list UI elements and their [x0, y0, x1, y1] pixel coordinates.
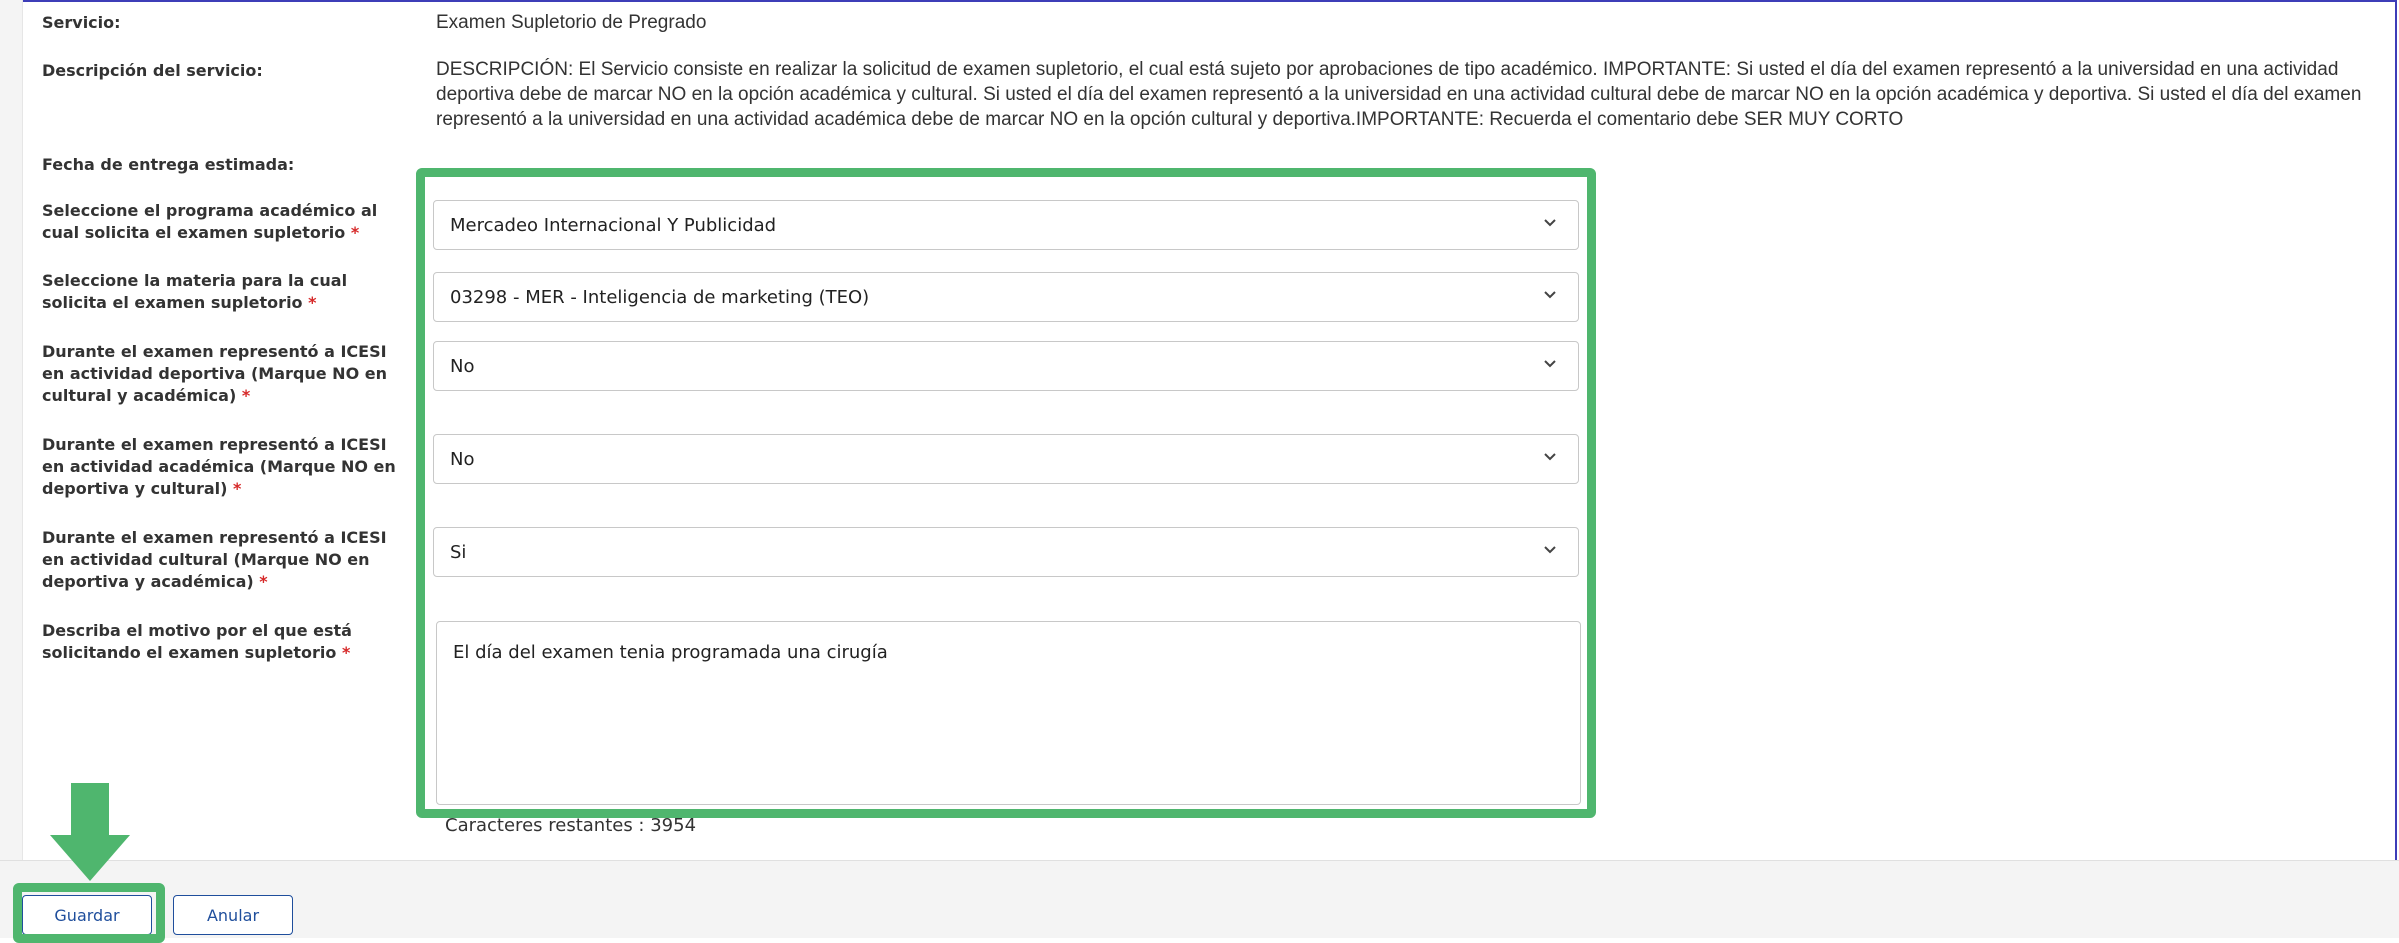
required-marker: *: [341, 643, 351, 662]
materia-label-text: Seleccione la materia para la cual solic…: [42, 271, 348, 312]
academica-label: Durante el examen representó a ICESI en …: [42, 434, 402, 500]
anular-button[interactable]: Anular: [173, 895, 293, 935]
deportiva-label-text: Durante el examen representó a ICESI en …: [42, 342, 387, 405]
fecha-label: Fecha de entrega estimada:: [42, 155, 295, 174]
action-bar: [0, 860, 2399, 938]
servicio-value: Examen Supletorio de Pregrado: [436, 12, 707, 33]
servicio-label: Servicio:: [42, 13, 121, 32]
required-marker: *: [350, 223, 360, 242]
guardar-highlight-box: [13, 883, 165, 943]
academica-label-text: Durante el examen representó a ICESI en …: [42, 435, 396, 498]
descripcion-value: DESCRIPCIÓN: El Servicio consiste en rea…: [436, 59, 2362, 130]
left-gutter: [0, 0, 23, 860]
cultural-label-text: Durante el examen representó a ICESI en …: [42, 528, 387, 591]
materia-label: Seleccione la materia para la cual solic…: [42, 270, 402, 314]
form-highlight-box: [416, 168, 1596, 818]
programa-label-text: Seleccione el programa académico al cual…: [42, 201, 378, 242]
required-marker: *: [233, 479, 242, 498]
motivo-label: Describa el motivo por el que está solic…: [42, 620, 402, 664]
required-marker: *: [241, 386, 251, 405]
required-marker: *: [259, 572, 268, 591]
motivo-label-text: Describa el motivo por el que está solic…: [42, 621, 352, 662]
descripcion-label: Descripción del servicio:: [42, 61, 263, 80]
programa-label: Seleccione el programa académico al cual…: [42, 200, 402, 244]
arrow-down-icon: [50, 783, 130, 881]
cultural-label: Durante el examen representó a ICESI en …: [42, 527, 402, 593]
required-marker: *: [308, 293, 317, 312]
character-counter: Caracteres restantes : 3954: [445, 815, 697, 836]
deportiva-label: Durante el examen representó a ICESI en …: [42, 341, 402, 407]
